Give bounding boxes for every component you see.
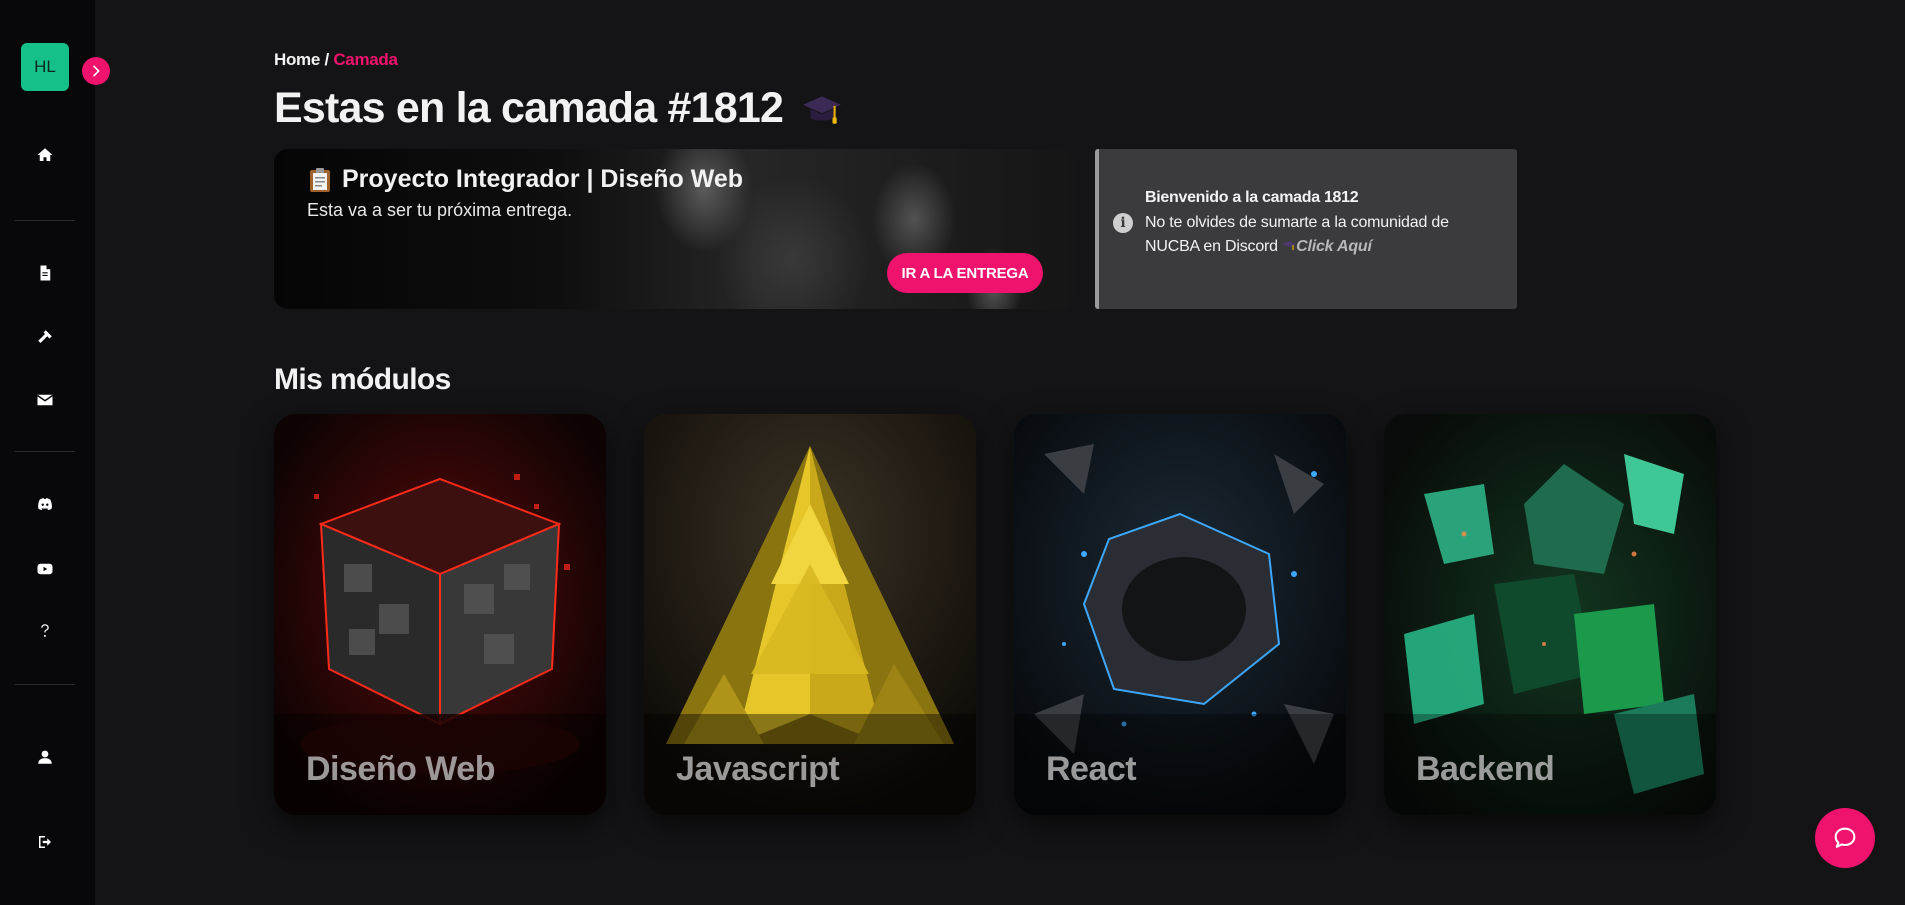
chat-bubble-icon xyxy=(1834,827,1856,848)
module-card-javascript[interactable]: Javascript xyxy=(644,414,976,815)
module-label: Diseño Web xyxy=(306,750,495,788)
modules-title: Mis módulos xyxy=(274,363,451,396)
go-to-delivery-button[interactable]: IR A LA ENTREGA xyxy=(887,253,1043,293)
info-icon: i xyxy=(1113,213,1133,233)
home-icon[interactable] xyxy=(29,139,61,171)
breadcrumb-home[interactable]: Home xyxy=(274,50,320,69)
discord-link[interactable]: Click Aquí xyxy=(1282,238,1372,255)
module-card-backend[interactable]: Backend xyxy=(1384,414,1716,815)
module-card-diseno-web[interactable]: Diseño Web xyxy=(274,414,606,815)
page-title: Estas en la camada #1812 xyxy=(274,84,843,133)
discord-link-label: Click Aquí xyxy=(1296,238,1372,255)
module-label: Backend xyxy=(1416,750,1555,788)
project-title-text: Proyecto Integrador | Diseño Web xyxy=(342,165,744,193)
envelope-icon[interactable] xyxy=(29,384,61,416)
module-label: React xyxy=(1046,750,1137,788)
avatar[interactable]: HL xyxy=(21,43,69,91)
user-icon[interactable] xyxy=(29,741,61,773)
chat-button[interactable] xyxy=(1815,808,1875,868)
discord-icon[interactable] xyxy=(29,488,61,520)
chevron-right-icon xyxy=(93,65,100,77)
graduation-cap-icon xyxy=(803,95,842,124)
breadcrumb-current: Camada xyxy=(333,50,398,69)
logout-icon[interactable] xyxy=(29,826,61,858)
sidebar-divider xyxy=(15,220,75,221)
breadcrumb-separator: / xyxy=(320,50,334,69)
sidebar: HL xyxy=(0,0,95,905)
project-subtitle: Esta va a ser tu próxima entrega. xyxy=(307,200,573,220)
hammer-icon[interactable] xyxy=(29,321,61,353)
welcome-info-box: i Bienvenido a la camada 1812 No te olvi… xyxy=(1095,149,1517,309)
graduation-cap-icon xyxy=(1282,241,1297,250)
sidebar-expand-button[interactable] xyxy=(82,57,110,85)
breadcrumb: Home / Camada xyxy=(274,50,398,70)
info-text: No te olvides de sumarte a la comunidad … xyxy=(1145,211,1505,259)
page-title-text: Estas en la camada #1812 xyxy=(274,84,784,132)
info-title: Bienvenido a la camada 1812 xyxy=(1145,189,1359,206)
module-label: Javascript xyxy=(676,750,840,788)
clipboard-icon xyxy=(310,167,330,192)
project-title: Proyecto Integrador | Diseño Web xyxy=(308,165,743,194)
sidebar-divider xyxy=(15,451,75,452)
module-card-react[interactable]: React xyxy=(1014,414,1346,815)
file-icon[interactable] xyxy=(29,257,61,289)
project-card: Proyecto Integrador | Diseño Web Esta va… xyxy=(274,149,1075,309)
sidebar-divider xyxy=(15,684,75,685)
avatar-initials: HL xyxy=(34,57,56,76)
question-icon[interactable] xyxy=(29,615,61,647)
youtube-icon[interactable] xyxy=(29,553,61,585)
